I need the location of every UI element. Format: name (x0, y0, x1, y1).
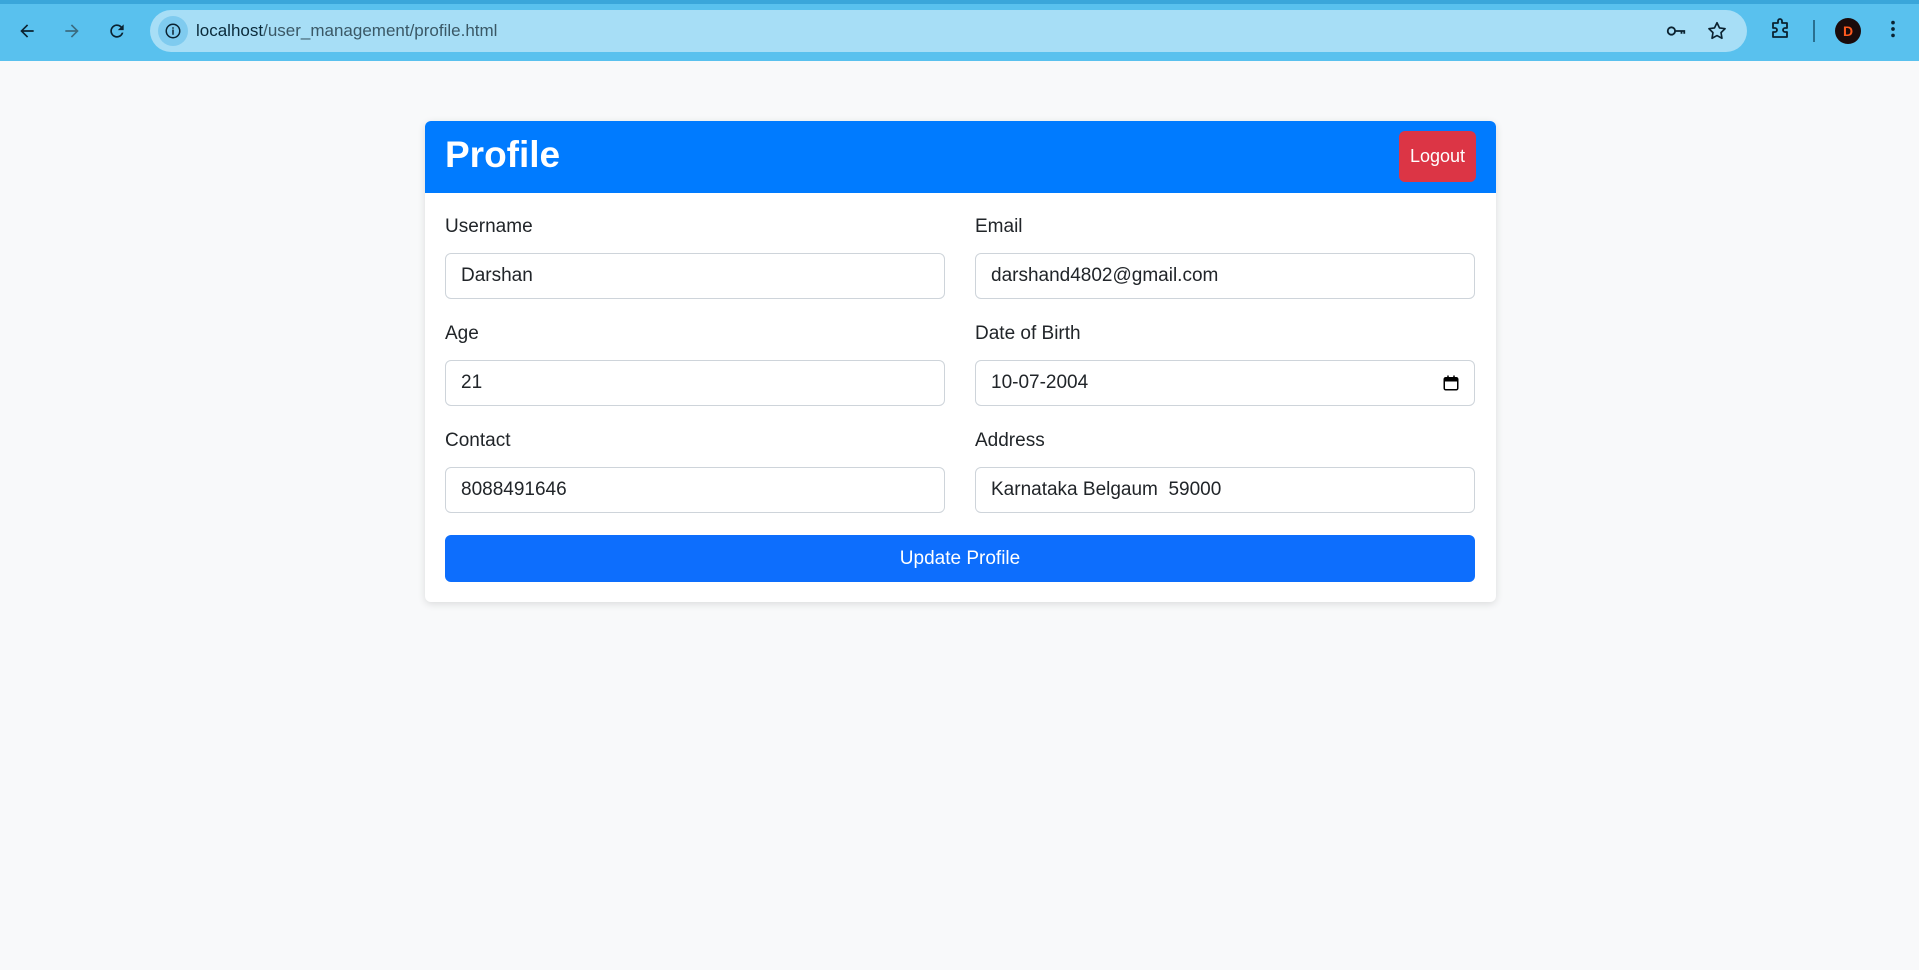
url-text[interactable]: localhost/user_management/profile.html (196, 21, 497, 41)
address-field[interactable]: Karnataka Belgaum 59000 (975, 467, 1475, 513)
star-icon[interactable] (1706, 20, 1728, 42)
profile-card: Profile Logout Username Darshan Email da… (425, 121, 1496, 602)
username-field[interactable]: Darshan (445, 253, 945, 299)
profile-avatar[interactable]: D (1835, 18, 1861, 44)
address-bar[interactable]: localhost/user_management/profile.html (150, 10, 1747, 52)
calendar-icon[interactable] (1442, 374, 1460, 392)
contact-label: Contact (445, 430, 511, 451)
tab-strip-edge (0, 0, 1919, 4)
url-host: localhost (196, 21, 264, 40)
info-icon[interactable] (158, 16, 188, 46)
contact-field[interactable]: 8088491646 (445, 467, 945, 513)
card-header: Profile Logout (425, 121, 1496, 193)
username-label: Username (445, 216, 533, 237)
menu-icon[interactable] (1880, 16, 1906, 42)
url-path: /user_management/profile.html (263, 21, 498, 40)
address-label: Address (975, 430, 1045, 451)
email-label: Email (975, 216, 1023, 237)
forward-arrow-icon[interactable] (55, 14, 89, 48)
update-profile-button[interactable]: Update Profile (445, 535, 1475, 582)
extensions-icon[interactable] (1768, 16, 1794, 42)
profile-initial: D (1842, 23, 1854, 39)
dob-label: Date of Birth (975, 323, 1081, 344)
age-field[interactable]: 21 (445, 360, 945, 406)
toolbar-divider (1813, 20, 1815, 42)
age-label: Age (445, 323, 479, 344)
email-field[interactable]: darshand4802@gmail.com (975, 253, 1475, 299)
logout-button[interactable]: Logout (1399, 131, 1476, 182)
reload-icon[interactable] (100, 14, 134, 48)
back-arrow-icon[interactable] (10, 14, 44, 48)
dob-value: 10-07-2004 (991, 372, 1089, 393)
dob-field[interactable]: 10-07-2004 (975, 360, 1475, 406)
key-icon[interactable] (1665, 20, 1687, 42)
browser-toolbar: localhost/user_management/profile.html D (0, 0, 1919, 61)
page-title: Profile (445, 134, 561, 175)
